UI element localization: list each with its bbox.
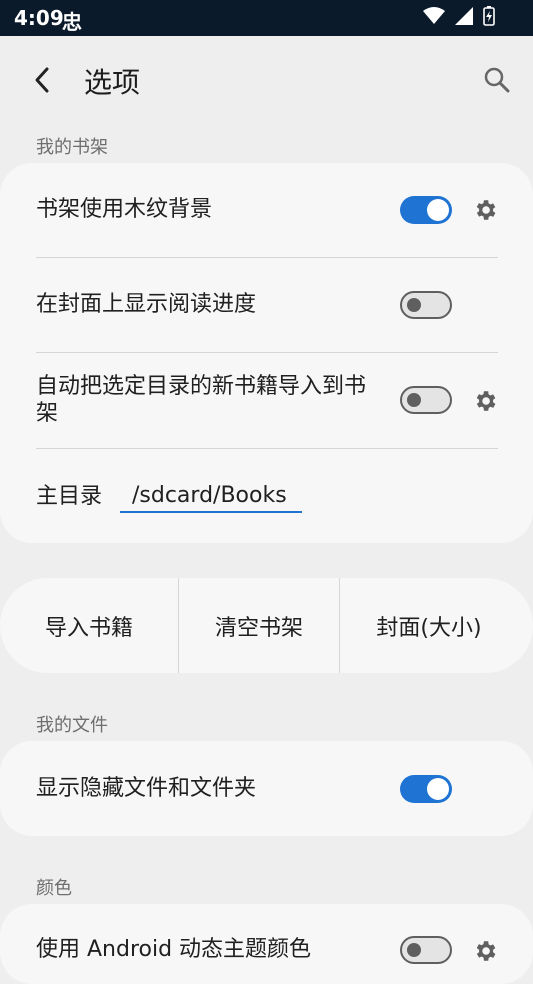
- clear-shelf-button[interactable]: 清空书架: [179, 578, 339, 673]
- setting-row-auto-import[interactable]: 自动把选定目录的新书籍导入到书架: [36, 373, 386, 427]
- setting-label-auto-import: 自动把选定目录的新书籍导入到书架: [36, 374, 367, 426]
- main-dir-value: /sdcard/Books: [132, 483, 287, 508]
- battery-icon: [483, 6, 495, 26]
- page-title: 选项: [84, 66, 141, 99]
- main-dir-input[interactable]: /sdcard/Books: [120, 481, 302, 513]
- status-time: 4:09: [14, 6, 64, 30]
- search-icon: [484, 67, 510, 93]
- divider: [36, 352, 498, 353]
- gear-icon[interactable]: [472, 938, 498, 964]
- section-header-colors: 颜色: [36, 878, 72, 899]
- signal-icon: [455, 7, 473, 25]
- toggle-knob: [427, 778, 449, 800]
- toggle-wood-bg[interactable]: [400, 196, 452, 224]
- toggle-knob: [407, 393, 421, 407]
- divider: [36, 257, 498, 258]
- colors-card: 使用 Android 动态主题颜色: [0, 904, 533, 984]
- main-dir-label: 主目录: [36, 484, 103, 509]
- status-bar: 4:09 忠: [0, 0, 533, 36]
- section-header-files: 我的文件: [36, 715, 108, 736]
- toggle-knob: [407, 943, 421, 957]
- bookshelf-card: 书架使用木纹背景 在封面上显示阅读进度 自动把选定目录的新书籍导入到书架 主目录…: [0, 163, 533, 543]
- cover-size-button[interactable]: 封面(大小): [340, 578, 518, 673]
- status-icons: [423, 6, 495, 26]
- back-button[interactable]: [26, 64, 58, 96]
- app-bar: 选项: [0, 36, 533, 124]
- divider: [36, 448, 498, 449]
- wifi-icon: [423, 7, 445, 24]
- search-button[interactable]: [481, 64, 513, 96]
- import-books-button[interactable]: 导入书籍: [0, 578, 178, 673]
- action-buttons-card: 导入书籍 清空书架 封面(大小): [0, 578, 533, 673]
- files-card: 显示隐藏文件和文件夹: [0, 741, 533, 836]
- toggle-show-progress[interactable]: [400, 291, 452, 319]
- section-header-bookshelf: 我的书架: [36, 137, 108, 158]
- back-arrow-icon: [35, 67, 49, 93]
- gear-icon[interactable]: [472, 388, 498, 414]
- toggle-knob: [407, 298, 421, 312]
- notification-label: 忠: [62, 10, 82, 34]
- gear-icon[interactable]: [472, 197, 498, 223]
- toggle-auto-import[interactable]: [400, 386, 452, 414]
- toggle-dynamic-theme[interactable]: [400, 936, 452, 964]
- toggle-knob: [427, 199, 449, 221]
- toggle-show-hidden[interactable]: [400, 775, 452, 803]
